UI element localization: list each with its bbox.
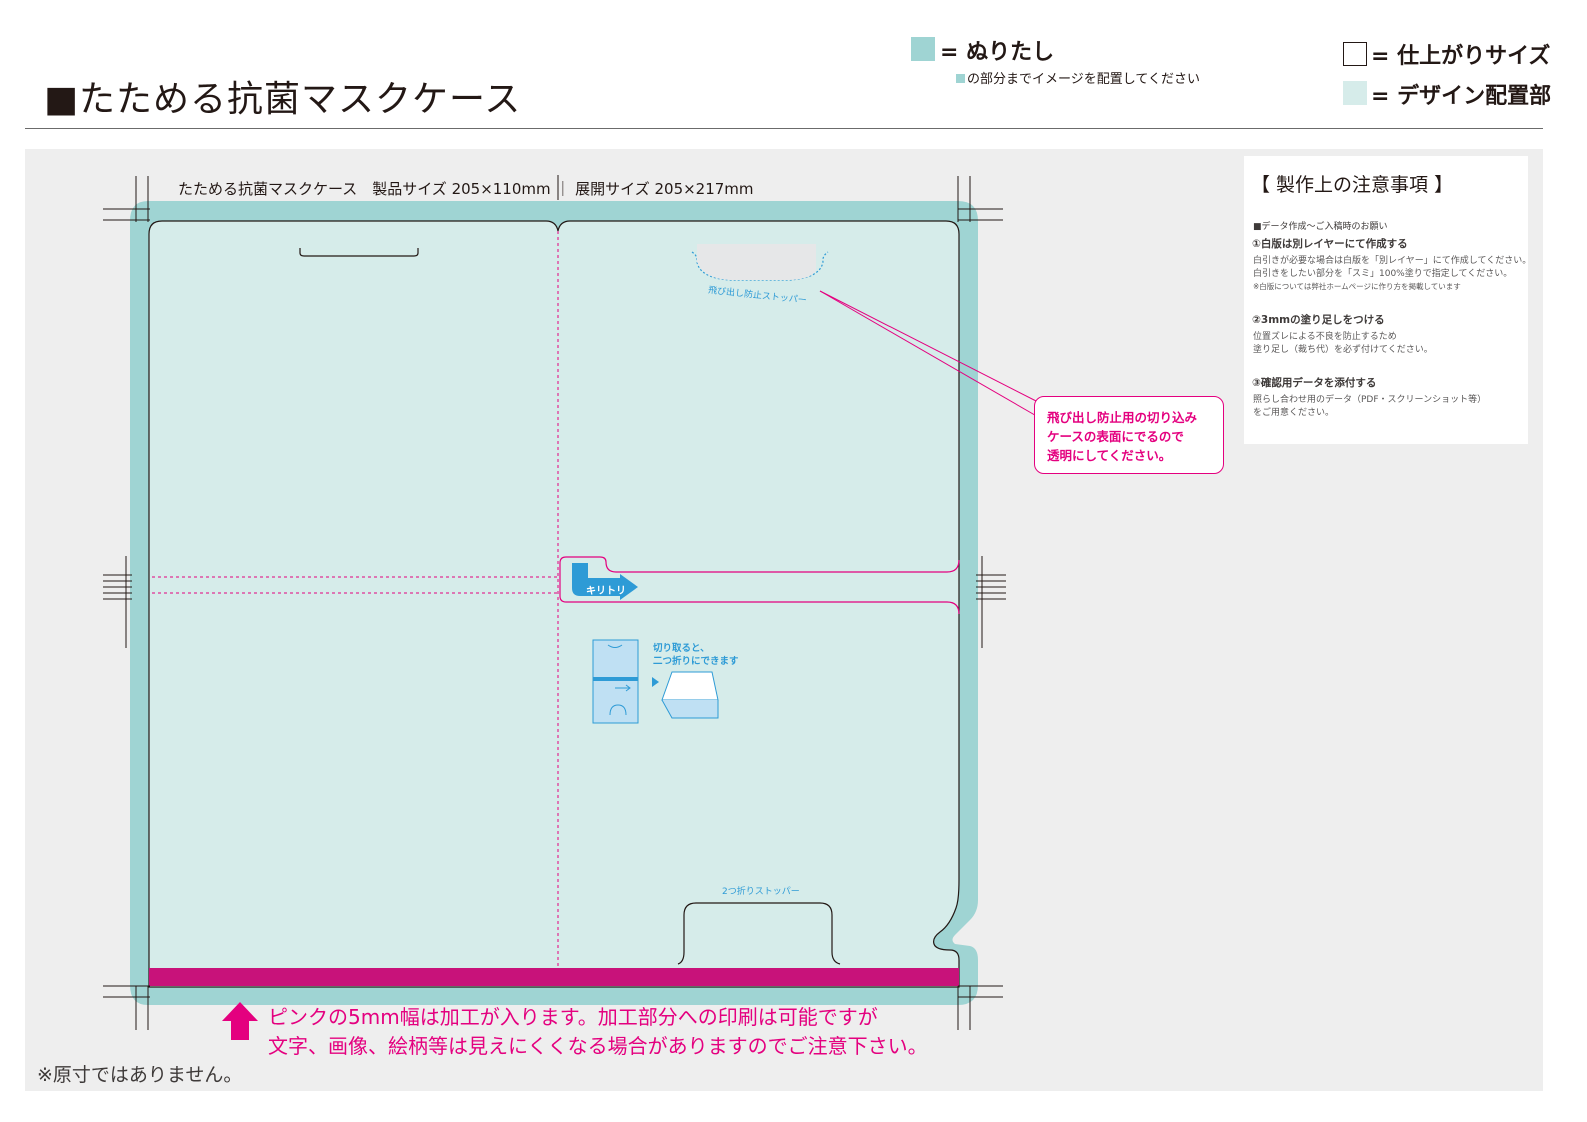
design-area (148, 220, 960, 988)
notes-item3-title: ③確認用データを添付する (1252, 377, 1377, 389)
fold-note-line2: 二つ折りにできます (653, 656, 739, 667)
notes-item2-line2: 塗り足し（裁ち代）を必ず付けてください。 (1253, 345, 1433, 355)
notes-title: 【 製作上の注意事項 】 (1251, 174, 1454, 196)
notes-item2-line1: 位置ズレによる不良を防止するため (1253, 332, 1397, 342)
product-spec: たためる抗菌マスクケース 製品サイズ 205×110mm ｜ 展開サイズ 205… (178, 180, 754, 198)
notes-intro: ■データ作成〜ご入稿時のお願い (1253, 222, 1388, 232)
notes-item1-line3: ※白版については弊社ホームページに作り方を掲載しています (1253, 282, 1461, 291)
process-band (149, 968, 959, 986)
callout-line2: ケースの表面にでるので (1047, 429, 1184, 444)
notes-item1-title: ①白版は別レイヤーにて作成する (1252, 238, 1408, 250)
tear-label: キリトリ (586, 586, 626, 597)
notes-item1-line2: 白引きをしたい部分を「スミ」100%塗りで指定してください。 (1253, 269, 1513, 279)
fold-note-line1: 切り取ると、 (653, 643, 710, 654)
footnote: ※原寸ではありません。 (37, 1064, 243, 1086)
notes-item2-title: ②3mmの塗り足しをつける (1252, 314, 1385, 326)
top-stopper-window (697, 244, 816, 280)
bottom-stopper-label: 2つ折りストッパー (722, 887, 800, 897)
warning-line1: ピンクの5mm幅は加工が入ります。加工部分への印刷は可能ですが (268, 1005, 878, 1029)
notes-item3-line1: 照らし合わせ用のデータ（PDF・スクリーンショット等） (1253, 395, 1487, 405)
warning-line2: 文字、画像、絵柄等は見えにくくなる場合がありますのでご注意下さい。 (268, 1034, 928, 1058)
notes-item1-line1: 白引きが必要な場合は白版を「別レイヤー」にて作成してください。 (1253, 256, 1532, 266)
notes-item3-line2: をご用意ください。 (1253, 408, 1335, 418)
up-arrow-icon (222, 1002, 258, 1040)
callout-line3: 透明にしてください。 (1047, 448, 1172, 463)
callout-line1: 飛び出し防止用の切り込み (1047, 410, 1198, 425)
